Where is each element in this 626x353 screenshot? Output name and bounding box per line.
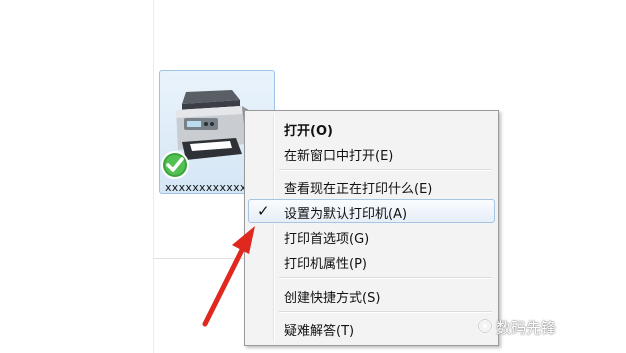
menu-item-open[interactable]: 打开(O)	[248, 116, 495, 140]
menu-item-printing-preferences[interactable]: 打印首选项(G)	[248, 224, 495, 248]
panel-border	[153, 0, 154, 353]
printer-name-label: xxxxxxxxxxxx	[165, 181, 247, 194]
watermark-logo-icon	[477, 318, 493, 334]
menu-item-label: 在新窗口中打开(E)	[284, 149, 394, 164]
menu-item-label: 设置为默认打印机(A)	[284, 207, 408, 222]
menu-separator	[279, 169, 492, 171]
green-checkmark-icon	[161, 151, 189, 179]
menu-item-label: 打印机属性(P)	[284, 257, 367, 272]
menu-item-label: 疑难解答(T)	[284, 324, 355, 339]
watermark-text: 数码先锋	[496, 319, 557, 337]
menu-item-set-default-printer[interactable]: ✓ 设置为默认打印机(A)	[248, 199, 495, 223]
checkmark-icon: ✓	[257, 202, 270, 220]
menu-item-see-printing[interactable]: 查看现在正在打印什么(E)	[248, 174, 495, 198]
menu-separator	[279, 311, 492, 313]
menu-item-open-new-window[interactable]: 在新窗口中打开(E)	[248, 141, 495, 165]
menu-item-create-shortcut[interactable]: 创建快捷方式(S)	[248, 283, 495, 307]
menu-item-label: 创建快捷方式(S)	[284, 291, 381, 306]
menu-item-label: 打印首选项(G)	[284, 232, 370, 247]
menu-item-label: 打开(O)	[284, 124, 333, 139]
menu-item-printer-properties[interactable]: 打印机属性(P)	[248, 249, 495, 273]
context-menu: 打开(O) 在新窗口中打开(E) 查看现在正在打印什么(E) ✓ 设置为默认打印…	[244, 110, 499, 346]
menu-item-troubleshoot[interactable]: 疑难解答(T)	[248, 316, 495, 340]
menu-item-label: 查看现在正在打印什么(E)	[284, 182, 433, 197]
menu-separator	[279, 277, 492, 279]
